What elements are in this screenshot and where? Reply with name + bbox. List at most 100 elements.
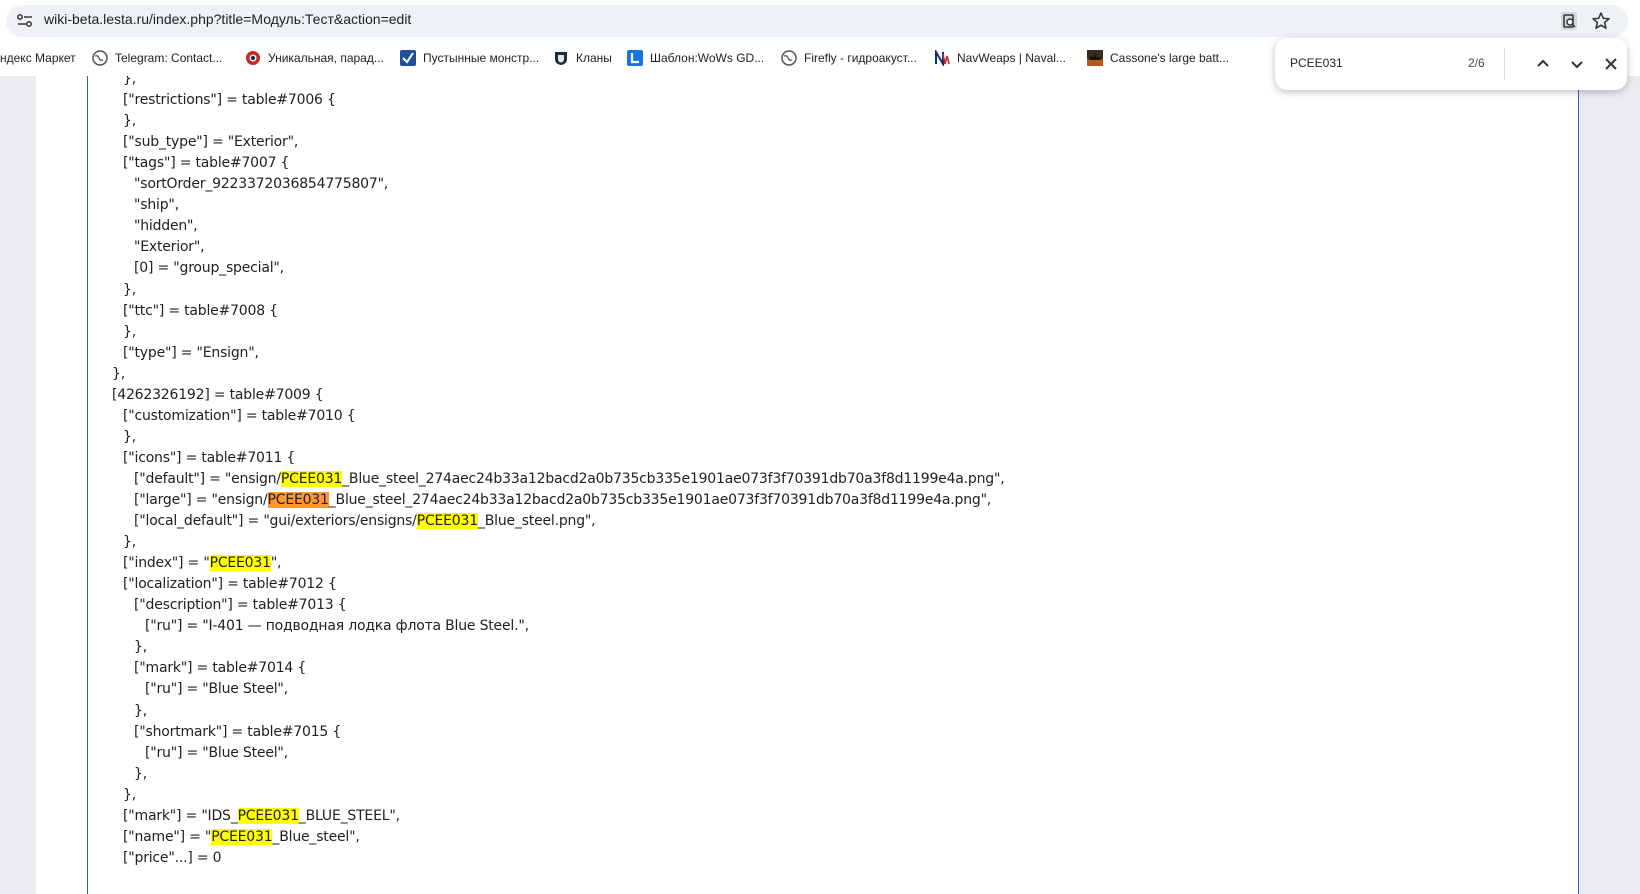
code-line: },: [123, 110, 136, 132]
code-text: },: [123, 786, 136, 803]
code-line: "hidden",: [134, 215, 198, 237]
url-text[interactable]: wiki-beta.lesta.ru/index.php?title=Модул…: [44, 11, 411, 27]
code-line: ["description"] = table#7013 {: [134, 594, 347, 616]
bookmark-label: Пустынные монстр...: [423, 51, 540, 65]
bookmark-template[interactable]: Шаблон:WoWs GD...: [627, 49, 764, 67]
code-line: ["tags"] = table#7007 {: [123, 152, 289, 174]
code-text: },: [123, 76, 136, 87]
bookmark-label: NavWeaps | Naval...: [957, 51, 1066, 65]
code-text: ",: [270, 555, 282, 572]
code-text: ["localization"] = table#7012 {: [123, 576, 337, 593]
code-text: ["local_default"] = "gui/exteriors/ensig…: [134, 513, 417, 530]
source-editor-textarea[interactable]: }, ["restrictions"] = table#7006 {}, ["sub…: [87, 76, 1579, 894]
code-line: ["large"] = "ensign/PCEE031_Blue_steel_2…: [134, 489, 991, 511]
code-text: ["icons"] = table#7011 {: [123, 449, 296, 466]
code-text: "ship",: [134, 197, 179, 214]
code-line: ["ru"] = "Blue Steel",: [145, 742, 288, 764]
code-text: },: [134, 639, 147, 656]
code-text: "hidden",: [134, 218, 198, 235]
bookmark-telegram[interactable]: Telegram: Contact...: [92, 49, 222, 67]
code-line: ["sub_type"] = "Exterior",: [123, 131, 298, 153]
bookmark-label: Telegram: Contact...: [115, 51, 223, 65]
search-match-highlight: PCEE031: [416, 513, 478, 530]
bookmark-desert-monsters[interactable]: Пустынные монстр...: [400, 49, 539, 67]
code-text: _Blue_steel_274aec24b33a12bacd2a0b735cb3…: [342, 470, 1005, 487]
bookmark-firefly[interactable]: Firefly - гидроакуст...: [781, 49, 917, 67]
code-line: ["restrictions"] = table#7006 {: [123, 89, 336, 111]
code-line: "Exterior",: [134, 236, 205, 258]
site-info-icon[interactable]: [16, 13, 34, 29]
globe-icon: [92, 50, 108, 66]
code-text: ["customization"] = table#7010 {: [123, 407, 356, 424]
code-line: ["default"] = "ensign/PCEE031_Blue_steel…: [134, 468, 1005, 490]
code-text: ["ru"] = "Blue Steel",: [145, 681, 288, 698]
current-search-match: PCEE031: [267, 492, 329, 508]
code-line: },: [134, 700, 147, 722]
globe-icon: [781, 50, 797, 66]
code-line: ["ttc"] = table#7008 {: [123, 300, 278, 322]
bookmark-label: Cassone's large batt...: [1110, 51, 1230, 65]
code-line: ["shortmark"] = table#7015 {: [134, 721, 341, 743]
code-line: [4262326192] = table#7009 {: [112, 384, 324, 406]
code-line: ["ru"] = "I-401 — подводная лодка флота …: [145, 615, 529, 637]
navweaps-logo-icon: [935, 50, 950, 66]
code-line: ["customization"] = table#7010 {: [123, 405, 356, 427]
code-line: },: [123, 784, 136, 806]
code-text: },: [123, 323, 136, 340]
code-text: ["type"] = "Ensign",: [123, 344, 259, 361]
code-line: ["price"...] = 0: [123, 847, 222, 869]
bookmark-clans[interactable]: Кланы: [553, 49, 612, 67]
code-text: },: [134, 702, 147, 719]
code-text: ["default"] = "ensign/: [134, 470, 281, 487]
code-line: ["icons"] = table#7011 {: [123, 447, 295, 469]
code-line: },: [112, 363, 125, 385]
code-line: ["name"] = "PCEE031_Blue_steel",: [123, 826, 360, 848]
bookmark-label: Шаблон:WoWs GD...: [650, 51, 765, 65]
code-text: },: [123, 428, 136, 445]
code-text: _Blue_steel.png",: [477, 513, 596, 530]
code-text: ["ru"] = "Blue Steel",: [145, 744, 288, 761]
code-line: "ship",: [134, 194, 179, 216]
bookmark-star-icon[interactable]: [1591, 11, 1611, 31]
find-divider: [1504, 48, 1505, 80]
code-text: "Exterior",: [134, 239, 205, 256]
code-line: [0] = "group_special",: [134, 257, 284, 279]
code-text: },: [123, 113, 136, 130]
code-text: ["restrictions"] = table#7006 {: [123, 92, 336, 109]
battleship-image-icon: [1087, 50, 1103, 66]
code-line: ["local_default"] = "gui/exteriors/ensig…: [134, 510, 596, 532]
code-text: ["ttc"] = table#7008 {: [123, 302, 278, 319]
close-icon[interactable]: [1600, 53, 1622, 75]
site-logo-red-icon: [246, 51, 260, 65]
code-text: ["shortmark"] = table#7015 {: [134, 723, 342, 740]
code-line: ["localization"] = table#7012 {: [123, 573, 337, 595]
bookmark-cassone[interactable]: Cassone's large batt...: [1087, 49, 1229, 67]
page-area: }, ["restrictions"] = table#7006 {}, ["sub…: [0, 76, 1640, 894]
search-match-highlight: PCEE031: [280, 470, 343, 487]
code-text: ["ru"] = "I-401 — подводная лодка флота …: [145, 618, 529, 635]
code-text: ["large"] = "ensign/: [134, 492, 268, 508]
chevron-down-icon[interactable]: [1566, 53, 1588, 75]
code-text: ["name"] = ": [123, 828, 212, 845]
code-text: ["tags"] = table#7007 {: [123, 155, 290, 172]
code-line: },: [123, 76, 136, 90]
find-bar: PCEE031 2/6: [1275, 38, 1627, 90]
code-line: },: [123, 531, 136, 553]
address-bar[interactable]: wiki-beta.lesta.ru/index.php?title=Модул…: [6, 5, 1628, 37]
chevron-up-icon[interactable]: [1532, 53, 1554, 75]
code-text: [4262326192] = table#7009 {: [112, 386, 324, 403]
code-line: ["type"] = "Ensign",: [123, 342, 259, 364]
bookmark-label: Firefly - гидроакуст...: [804, 51, 917, 65]
bookmark-navweaps[interactable]: NavWeaps | Naval...: [934, 49, 1066, 67]
code-text: },: [112, 365, 125, 382]
code-line: ["mark"] = table#7014 {: [134, 657, 306, 679]
letter-l-icon: [627, 50, 643, 66]
page-search-icon[interactable]: [1559, 11, 1579, 31]
code-line: },: [123, 426, 136, 448]
bookmark-yandex-market[interactable]: ндекс Маркет: [0, 49, 76, 67]
bookmark-parade[interactable]: Уникальная, парад...: [245, 49, 384, 67]
find-input[interactable]: PCEE031: [1290, 56, 1343, 70]
code-text: },: [123, 281, 136, 298]
search-match-highlight: PCEE031: [209, 555, 271, 572]
code-line: },: [123, 279, 136, 301]
